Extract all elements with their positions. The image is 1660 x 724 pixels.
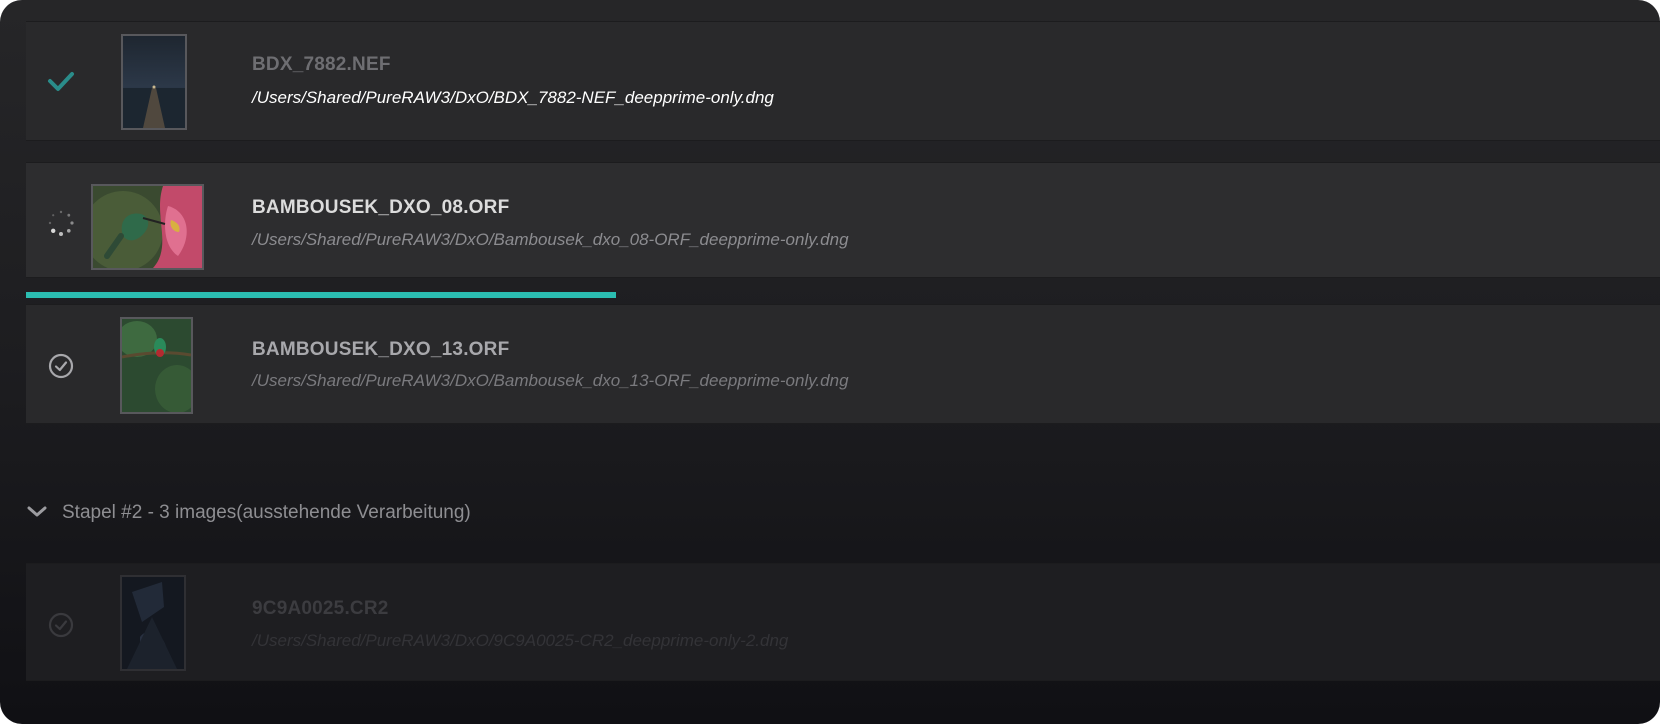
processing-queue-window: BDX_7882.NEF /Users/Shared/PureRAW3/DxO/…: [0, 0, 1660, 724]
file-name: BAMBOUSEK_DXO_13.ORF: [252, 339, 510, 360]
progress-bar: [26, 292, 1660, 298]
output-path: /Users/Shared/PureRAW3/DxO/Bambousek_dxo…: [252, 230, 849, 249]
image-thumbnail: [120, 317, 193, 414]
batch-group-label: Stapel #2 - 3 images(ausstehende Verarbe…: [62, 502, 471, 523]
queue-item[interactable]: BAMBOUSEK_DXO_08.ORF /Users/Shared/PureR…: [26, 162, 1660, 278]
checkmark-icon: [48, 72, 74, 91]
image-thumbnail: [120, 575, 186, 671]
progress-fill: [26, 292, 617, 298]
clock-check-icon: [48, 353, 74, 379]
queue-item[interactable]: 9C9A0025.CR2 /Users/Shared/PureRAW3/DxO/…: [26, 563, 1660, 681]
output-path: /Users/Shared/PureRAW3/DxO/9C9A0025-CR2_…: [252, 631, 789, 650]
image-thumbnail: [91, 184, 204, 270]
image-thumbnail: [121, 34, 187, 130]
file-name: 9C9A0025.CR2: [252, 598, 389, 619]
spinner-icon: [48, 210, 74, 236]
chevron-down-icon[interactable]: [26, 504, 48, 520]
file-name: BAMBOUSEK_DXO_08.ORF: [252, 197, 510, 218]
queue-item[interactable]: BDX_7882.NEF /Users/Shared/PureRAW3/DxO/…: [26, 21, 1660, 141]
clock-check-icon: [48, 612, 74, 638]
output-path: /Users/Shared/PureRAW3/DxO/BDX_7882-NEF_…: [252, 88, 774, 107]
output-path: /Users/Shared/PureRAW3/DxO/Bambousek_dxo…: [252, 371, 849, 390]
file-name: BDX_7882.NEF: [252, 54, 391, 75]
queue-item[interactable]: BAMBOUSEK_DXO_13.ORF /Users/Shared/PureR…: [26, 304, 1660, 424]
